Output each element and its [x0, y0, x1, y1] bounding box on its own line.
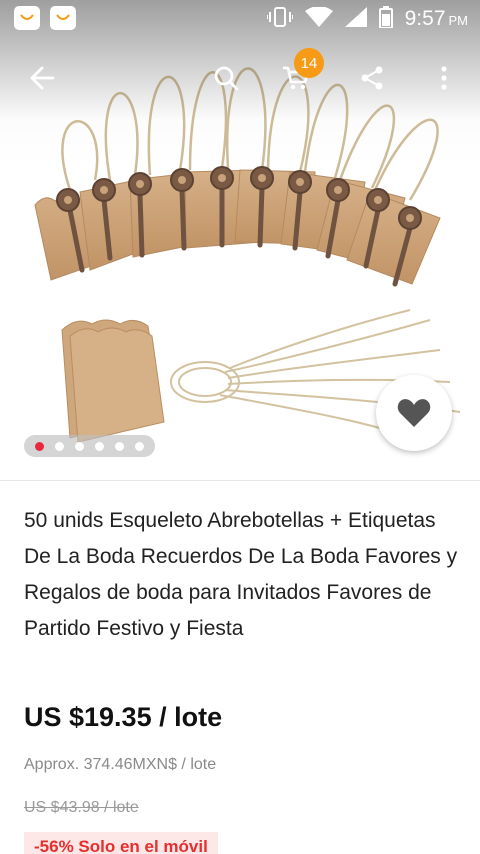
- divider: [0, 480, 480, 481]
- share-icon: [361, 66, 383, 90]
- share-button[interactable]: [352, 58, 392, 98]
- product-title: 50 unids Esqueleto Abrebotellas + Etique…: [24, 509, 458, 640]
- page-dot[interactable]: [94, 441, 104, 451]
- search-icon: [214, 66, 239, 91]
- gallery-page-indicator: [24, 435, 155, 457]
- status-bar: 9:57 PM: [0, 0, 480, 38]
- page-dot[interactable]: [114, 441, 124, 451]
- product-price: US $19.35 / lote: [24, 702, 223, 732]
- wifi-icon: [304, 5, 333, 32]
- more-vert-icon: [441, 66, 447, 90]
- search-button[interactable]: [206, 58, 246, 98]
- page-dot[interactable]: [75, 441, 85, 451]
- discount-badge: -56% Solo en el móvil: [24, 832, 218, 854]
- back-button[interactable]: [22, 58, 62, 98]
- approx-price: Approx. 374.46MXN$ / lote: [24, 756, 217, 773]
- app-icon: [50, 6, 76, 30]
- page-dot[interactable]: [134, 441, 144, 451]
- status-time: 9:57 PM: [404, 7, 468, 30]
- page-dot[interactable]: [55, 441, 65, 451]
- back-arrow-icon: [30, 66, 55, 90]
- cart-count-badge: 14: [294, 48, 324, 78]
- vibrate-icon: [265, 6, 294, 32]
- toolbar: [0, 56, 480, 100]
- app-icon: [14, 6, 40, 30]
- original-price: US $43.98 / lote: [24, 799, 139, 816]
- more-options-button[interactable]: [424, 58, 464, 98]
- signal-icon: [344, 6, 367, 32]
- product-detail-screen: 9:57 PM 14 50 unids Esqueleto Abrebotell…: [0, 0, 480, 854]
- page-dot-active[interactable]: [35, 441, 45, 451]
- wishlist-button[interactable]: [376, 375, 452, 451]
- battery-icon: [378, 5, 393, 33]
- heart-icon: [397, 399, 431, 427]
